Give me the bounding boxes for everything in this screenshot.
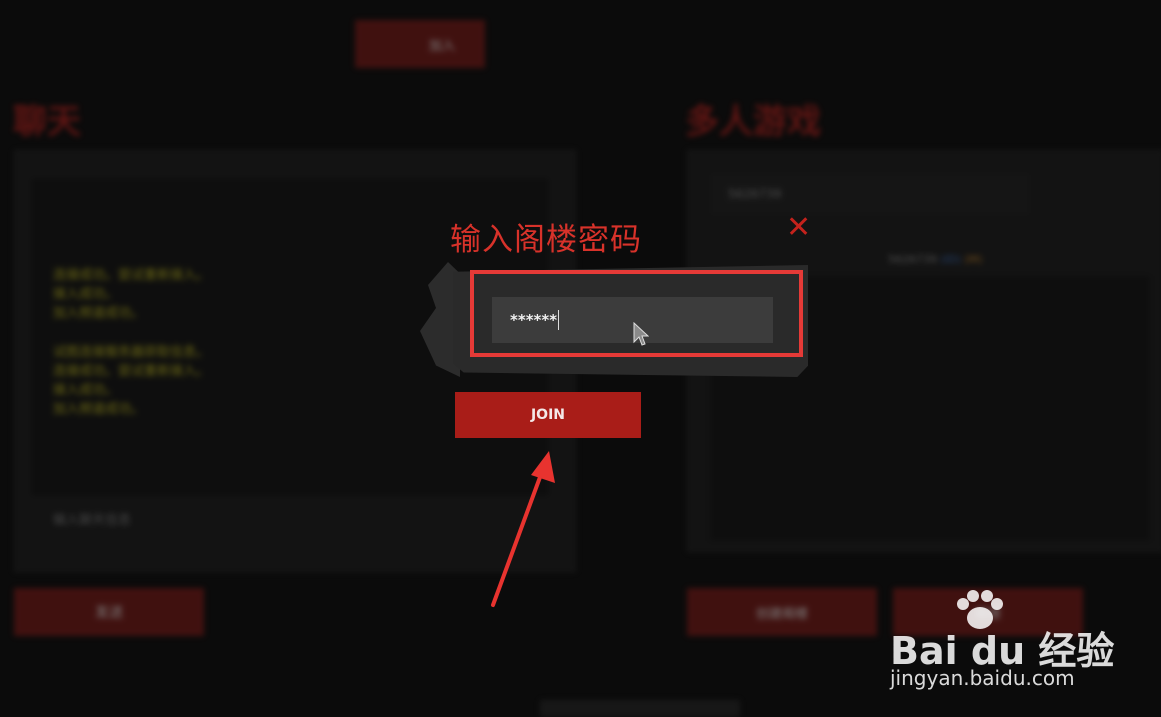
annotation-arrow-icon bbox=[491, 451, 555, 607]
player-tag: (M) bbox=[964, 253, 983, 266]
chat-message: 连接成功。尝试重新接入。 bbox=[53, 364, 210, 379]
chat-message: 加入频道成功。 bbox=[53, 402, 145, 417]
chat-messages: 连接成功。尝试重新接入。 接入成功。 加入频道成功。 试图连接服务器获取信息。 … bbox=[53, 266, 209, 419]
chat-message: 接入成功。 bbox=[53, 383, 119, 398]
chat-input[interactable]: 输入聊天信息 bbox=[53, 509, 131, 528]
bottom-bar bbox=[540, 700, 740, 717]
mouse-cursor-icon bbox=[633, 322, 649, 346]
player-tag: (ID) bbox=[940, 253, 961, 266]
multiplayer-action-button[interactable]: 加入 bbox=[355, 20, 485, 68]
join-button[interactable]: JOIN bbox=[455, 392, 641, 438]
chat-title: 聊天 bbox=[13, 102, 81, 142]
dialog-title: 输入阁楼密码 bbox=[450, 222, 642, 258]
room-id-field[interactable]: 5626739 bbox=[710, 173, 1030, 215]
player-name: 5626739 bbox=[888, 253, 937, 266]
chat-message: 连接成功。尝试重新接入。 bbox=[53, 268, 210, 283]
send-button[interactable]: 发送 bbox=[14, 588, 204, 636]
close-icon[interactable]: ✕ bbox=[786, 210, 811, 246]
chat-message: 加入频道成功。 bbox=[53, 306, 145, 321]
create-room-button[interactable]: 创建阁楼 bbox=[687, 588, 877, 636]
chat-message: 试图连接服务器获取信息。 bbox=[53, 345, 210, 360]
player-entry: 5626739 (ID) (M) bbox=[888, 253, 982, 266]
watermark-url: jingyan.baidu.com bbox=[890, 666, 1075, 690]
multiplayer-title: 多人游戏 bbox=[685, 102, 821, 142]
chat-message: 接入成功。 bbox=[53, 287, 119, 302]
